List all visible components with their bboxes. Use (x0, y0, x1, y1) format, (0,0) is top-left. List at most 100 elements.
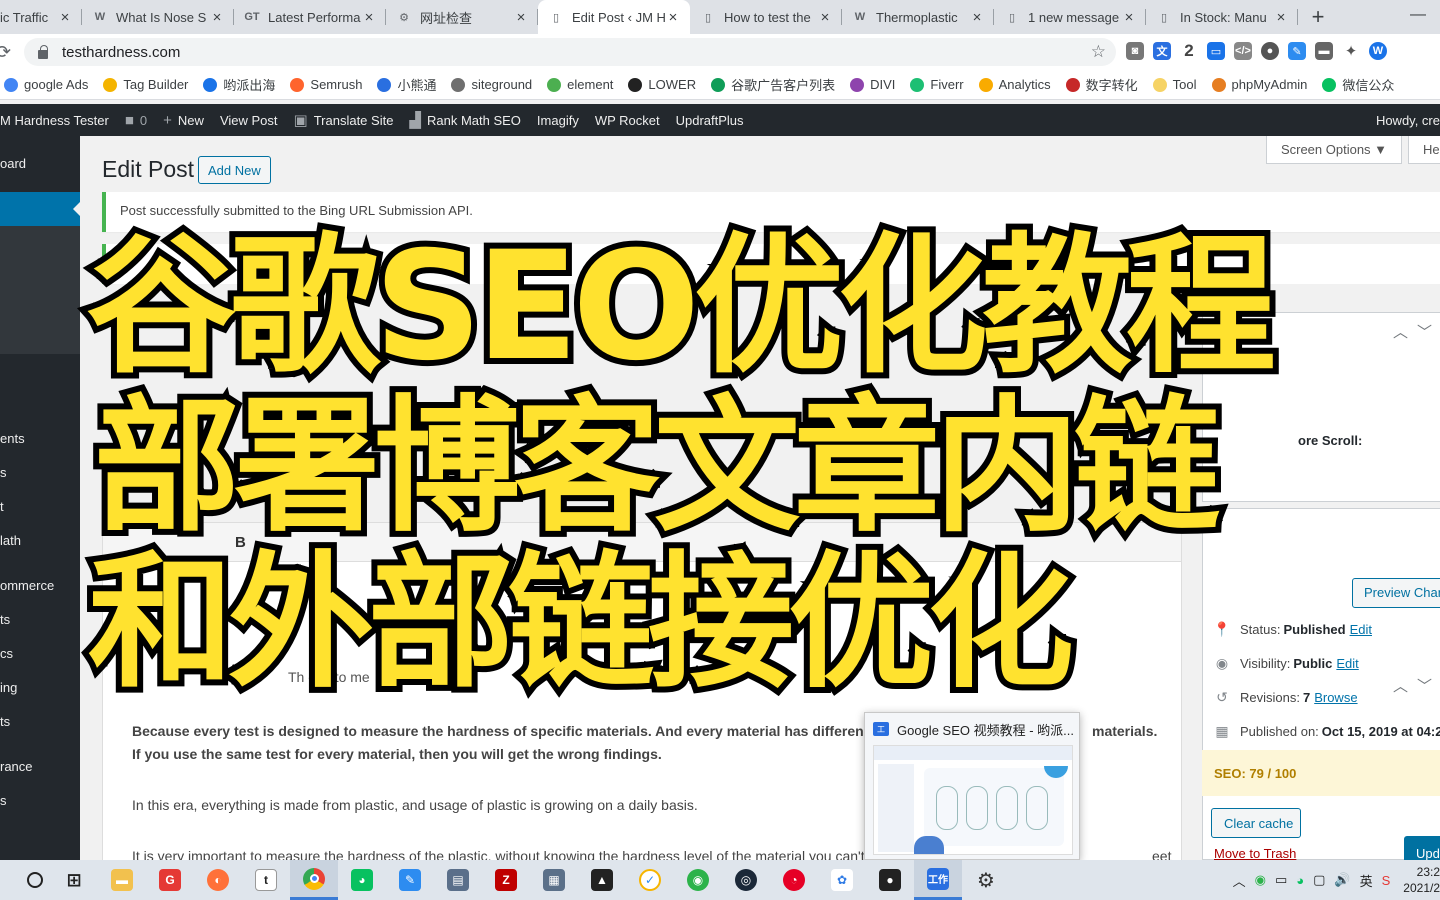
sidebar-item-label[interactable]: rance (0, 759, 33, 774)
help-tab[interactable]: He (1408, 136, 1440, 164)
chevron-up-icon[interactable]: ︿ (1393, 321, 1408, 342)
tab-close-icon[interactable]: × (1274, 9, 1288, 26)
bookmark-item[interactable]: LOWER (628, 77, 696, 92)
bookmark-item[interactable]: google Ads (4, 77, 88, 92)
notes-icon[interactable]: ✎ (386, 860, 434, 900)
bookmark-item[interactable]: Fiverr (910, 77, 964, 92)
url-text[interactable]: testhardness.com (62, 44, 180, 61)
screen-icon[interactable]: ▬ (1315, 42, 1333, 60)
admin-bar-view-post[interactable]: View Post (220, 113, 278, 128)
app-g-icon[interactable]: G (146, 860, 194, 900)
sidebar-item-label[interactable]: cs (0, 646, 13, 661)
number-two-icon[interactable]: 2 (1180, 41, 1198, 60)
sidebar-item-label[interactable]: s (0, 793, 7, 808)
window-icon[interactable]: ▭ (1207, 42, 1225, 60)
browser-tab-8[interactable]: ▯ In Stock: Manu × (1146, 0, 1298, 34)
publish-chevron-up-icon[interactable]: ︿ (1393, 675, 1408, 696)
tab-close-icon[interactable]: × (818, 9, 832, 26)
work-app-icon[interactable]: 工作 (914, 860, 962, 900)
wp-icon[interactable]: W (1369, 42, 1387, 60)
preview-changes-button[interactable]: Preview Chan (1352, 578, 1440, 608)
tab-close-icon[interactable]: × (362, 9, 376, 26)
seo-score[interactable]: SEO: 79 / 100 (1202, 750, 1440, 796)
sidebar-item-label[interactable]: t (0, 499, 4, 514)
admin-bar-howdy[interactable]: Howdy, cre (1376, 113, 1440, 128)
admin-bar-new[interactable]: + New (163, 112, 204, 129)
browser-tab-5[interactable]: ▯ How to test the × (690, 0, 842, 34)
publish-chevron-down-icon[interactable]: ﹀ (1417, 675, 1432, 696)
bookmark-item[interactable]: 哟派出海 (203, 75, 275, 94)
firefox-icon[interactable]: ◐ (194, 860, 242, 900)
browse-link[interactable]: Browse (1314, 690, 1357, 705)
globe-icon[interactable]: ● (1261, 42, 1279, 60)
steam-icon[interactable]: ◎ (722, 860, 770, 900)
bookmark-item[interactable]: Tool (1152, 77, 1197, 92)
todo-icon[interactable]: ✓ (626, 860, 674, 900)
bookmark-item[interactable]: Semrush (290, 77, 362, 92)
baidu-netdisk-icon[interactable]: ✿ (818, 860, 866, 900)
browser-tab-4[interactable]: ▯ Edit Post ‹ JM H × (538, 0, 690, 34)
browser-tab-3[interactable]: ⚙ 网址检查 × (386, 0, 538, 34)
bookmark-item[interactable]: Analytics (978, 77, 1051, 92)
sidebar-item-label[interactable]: s (0, 465, 7, 480)
tray-chevron-icon[interactable]: ︿ (1233, 871, 1246, 890)
tab-close-icon[interactable]: × (1122, 9, 1136, 26)
code-icon[interactable]: </> (1234, 42, 1252, 60)
status-edit-link[interactable]: Edit (1350, 622, 1372, 637)
edit-extension-icon[interactable]: ✎ (1288, 42, 1306, 60)
bookmark-item[interactable]: siteground (451, 77, 532, 92)
bookmark-item[interactable]: 数字转化 (1065, 75, 1138, 94)
netease-music-icon[interactable]: ◔ (770, 860, 818, 900)
wechat-icon[interactable]: ◕ (338, 860, 386, 900)
window-minimize-icon[interactable]: — (1410, 6, 1426, 24)
camera-icon[interactable]: ◙ (1126, 42, 1144, 60)
bookmark-item[interactable]: element (547, 77, 613, 92)
chrome-icon[interactable] (290, 860, 338, 900)
new-tab-plus-icon[interactable]: + (1298, 0, 1338, 34)
bold-button[interactable]: B (235, 534, 246, 551)
tab-close-icon[interactable]: × (514, 9, 528, 26)
sidebar-item-label[interactable]: oard (0, 156, 26, 171)
bookmark-item[interactable]: 小熊通 (377, 75, 436, 94)
clock[interactable]: 23:2 2021/2 (1403, 864, 1440, 896)
bookmark-item[interactable]: Tag Builder (103, 77, 188, 92)
file-explorer-icon[interactable]: ▬ (98, 860, 146, 900)
clear-cache-button[interactable]: Clear cache (1211, 808, 1301, 838)
admin-bar-wp-rocket[interactable]: WP Rocket (595, 113, 660, 128)
move-to-trash-link[interactable]: Move to Trash (1214, 846, 1296, 861)
tab-close-icon[interactable]: × (58, 9, 72, 26)
bookmark-item[interactable]: phpMyAdmin (1211, 77, 1307, 92)
bookmark-item[interactable]: 微信公众 (1322, 75, 1394, 94)
translate-icon[interactable]: 文 (1153, 42, 1171, 60)
sidebar-item-label[interactable]: lath (0, 533, 21, 548)
taskbar-window-preview[interactable]: 工 Google SEO 视频教程 - 哟派... (864, 712, 1080, 860)
search-circle-icon[interactable] (20, 860, 50, 900)
tray-volume-icon[interactable]: 🔊 (1334, 872, 1350, 888)
browser-tab-7[interactable]: ▯ 1 new message × (994, 0, 1146, 34)
browser-tab-0[interactable]: ic Traffic × (0, 0, 82, 34)
tab-close-icon[interactable]: × (666, 9, 680, 26)
omnibox[interactable]: testhardness.com ☆ (24, 38, 1116, 66)
recorder-icon[interactable]: ● (866, 860, 914, 900)
sidebar-item-label[interactable]: ing (0, 680, 17, 695)
admin-bar-updraft[interactable]: UpdraftPlus (676, 113, 744, 128)
lock-icon[interactable] (38, 44, 48, 59)
admin-bar-comments[interactable]: ■ 0 (125, 112, 147, 129)
puzzle-icon[interactable]: ✦ (1342, 42, 1360, 60)
sidebar-item-label[interactable]: ts (0, 612, 10, 627)
task-view-icon[interactable]: ⊞ (50, 860, 98, 900)
admin-bar-translate[interactable]: ▣ Translate Site (294, 111, 394, 129)
browser-tab-2[interactable]: GT Latest Performa × (234, 0, 386, 34)
inkscape-icon[interactable]: ▲ (578, 860, 626, 900)
tray-monitor-icon[interactable]: ▢ (1313, 872, 1325, 888)
browser-tab-1[interactable]: W What Is Nose S × (82, 0, 234, 34)
screen-options-button[interactable]: Screen Options ▼ (1266, 136, 1402, 164)
bookmark-item[interactable]: DIVI (850, 77, 895, 92)
add-new-button[interactable]: Add New (198, 156, 271, 184)
admin-bar-site-name[interactable]: M Hardness Tester (0, 113, 109, 128)
sidebar-item-label[interactable]: ts (0, 714, 10, 729)
bookmark-star-icon[interactable]: ☆ (1091, 42, 1106, 62)
tray-ime-icon[interactable]: 英 (1360, 871, 1373, 890)
sidebar-item-label[interactable]: ommerce (0, 578, 54, 593)
sidebar-active-item[interactable] (0, 192, 80, 226)
